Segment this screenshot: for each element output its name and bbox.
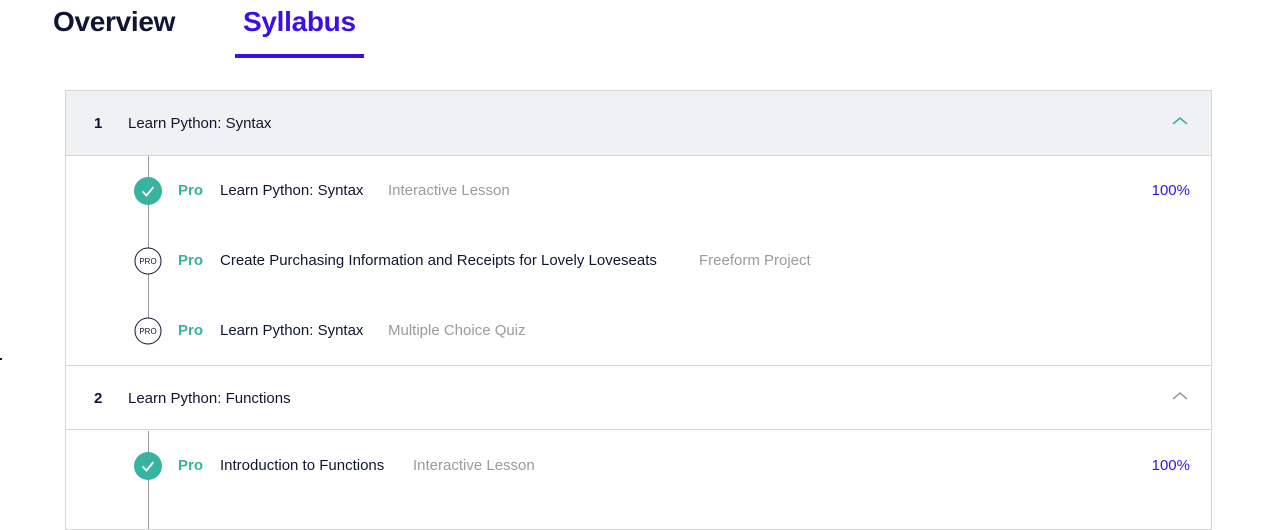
tab-bar: Overview Syllabus [0, 0, 1288, 60]
chevron-up-icon[interactable] [1171, 115, 1189, 127]
syllabus-list: 1 Learn Python: Syntax Pro Learn Python:… [65, 90, 1212, 530]
item-title-link[interactable]: Learn Python: Syntax [220, 182, 363, 199]
item-type: Interactive Lesson [388, 182, 510, 199]
syllabus-item: Pro Learn Python: Syntax Interactive Les… [66, 171, 1211, 211]
module-number: 2 [94, 390, 103, 407]
syllabus-item: Pro Introduction to Functions Interactiv… [66, 446, 1211, 486]
item-progress: 100% [1151, 457, 1190, 474]
module-title: Learn Python: Syntax [128, 115, 272, 132]
item-type: Freeform Project [699, 252, 811, 269]
pro-badge: Pro [178, 252, 204, 269]
pro-circle-icon: PRO [134, 317, 162, 345]
pro-circle-icon: PRO [134, 247, 162, 275]
tab-overview[interactable]: Overview [53, 6, 175, 38]
module-title: Learn Python: Functions [128, 390, 291, 407]
check-circle-icon [134, 452, 162, 480]
item-type: Interactive Lesson [413, 457, 535, 474]
tab-syllabus[interactable]: Syllabus [243, 6, 356, 38]
item-progress: 100% [1151, 182, 1190, 199]
syllabus-item: PRO Pro Create Purchasing Information an… [66, 241, 1211, 281]
pro-icon-text: PRO [139, 327, 156, 336]
item-type: Multiple Choice Quiz [388, 322, 526, 339]
module-header-1[interactable]: 1 Learn Python: Syntax [66, 91, 1211, 156]
pro-badge: Pro [178, 182, 204, 199]
item-title-link[interactable]: Learn Python: Syntax [220, 322, 363, 339]
pro-badge: Pro [178, 457, 204, 474]
active-tab-indicator [235, 54, 364, 58]
pro-badge: Pro [178, 322, 204, 339]
module-number: 1 [94, 115, 103, 132]
chevron-up-icon[interactable] [1171, 390, 1189, 402]
module-header-2[interactable]: 2 Learn Python: Functions [66, 365, 1211, 430]
item-title-link[interactable]: Introduction to Functions [220, 457, 384, 474]
pro-icon-text: PRO [139, 257, 156, 266]
item-title-link[interactable]: Create Purchasing Information and Receip… [220, 252, 657, 269]
check-circle-icon [134, 177, 162, 205]
stray-dot [0, 358, 2, 360]
syllabus-item: PRO Pro Learn Python: Syntax Multiple Ch… [66, 311, 1211, 351]
